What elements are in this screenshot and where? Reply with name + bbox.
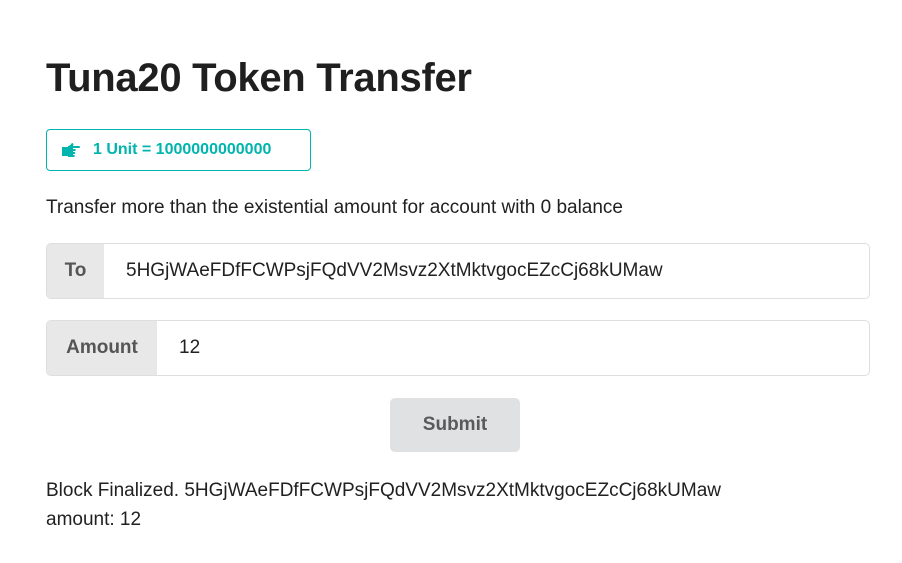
amount-input[interactable] — [157, 321, 869, 375]
page-title: Tuna20 Token Transfer — [46, 56, 472, 100]
to-field-label: To — [47, 244, 104, 298]
amount-field-label: Amount — [47, 321, 157, 375]
status-line-amount: amount: 12 — [46, 509, 142, 530]
unit-info-text: 1 Unit = 1000000000000 — [93, 141, 272, 158]
unit-info-label: 1 Unit = 1000000000000 — [46, 129, 311, 171]
submit-button[interactable]: Submit — [390, 398, 520, 452]
to-field: To — [46, 243, 870, 299]
hand-point-right-icon — [61, 143, 83, 157]
status-line-finalized: Block Finalized. 5HGjWAeFDfFCWPsjFQdVV2M… — [46, 480, 721, 501]
token-transfer-page: Tuna20 Token Transfer 1 Unit = 100000000… — [0, 0, 902, 563]
amount-field: Amount — [46, 320, 870, 376]
to-address-input[interactable] — [104, 244, 869, 298]
transfer-description: Transfer more than the existential amoun… — [46, 197, 623, 218]
transaction-status: Block Finalized. 5HGjWAeFDfFCWPsjFQdVV2M… — [46, 476, 876, 534]
